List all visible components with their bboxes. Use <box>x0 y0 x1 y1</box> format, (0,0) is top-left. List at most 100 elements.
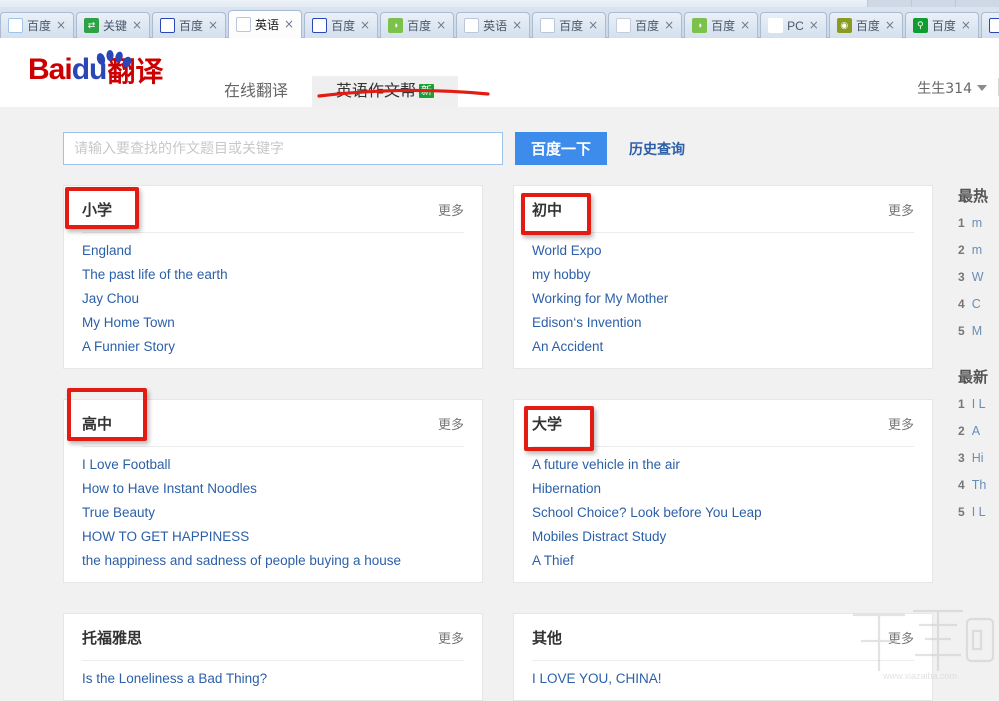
olive-icon: ◉ <box>837 18 852 33</box>
window-minimize-button[interactable] <box>867 0 911 7</box>
browser-tab-4[interactable]: ✿百度× <box>304 12 378 38</box>
close-icon[interactable]: × <box>55 20 67 32</box>
search-input[interactable] <box>63 132 503 165</box>
essay-link[interactable]: A Funnier Story <box>82 339 175 354</box>
translate-icon: 译 <box>540 18 555 33</box>
essay-link[interactable]: A Thief <box>532 553 574 568</box>
list-item: My Home Town <box>82 315 464 330</box>
browser-tab-title: 百度 <box>331 17 355 34</box>
site-header: Bai du 翻译 在线翻译英语作文帮新 生生314 <box>0 38 999 107</box>
main-nav[interactable]: 在线翻译英语作文帮新 <box>200 76 458 107</box>
nav-item-0[interactable]: 在线翻译 <box>200 76 312 107</box>
essay-link[interactable]: I LOVE YOU, CHINA! <box>532 671 662 686</box>
close-icon[interactable]: × <box>359 20 371 32</box>
sidebar-list-item: 2m <box>958 243 999 257</box>
baidu-fanyi-logo[interactable]: Bai du 翻译 <box>28 53 163 87</box>
sidebar-rank: 2 <box>958 243 965 257</box>
sidebar-link[interactable]: m <box>972 216 982 230</box>
browser-tab-2[interactable]: ✿百度× <box>152 12 226 38</box>
browser-tab-8[interactable]: □百度× <box>608 12 682 38</box>
sidebar-block: 最新1I L2A3Hi4Th5I L <box>958 366 999 519</box>
essay-link[interactable]: The past life of the earth <box>82 267 228 282</box>
essay-link[interactable]: My Home Town <box>82 315 175 330</box>
card-more-link[interactable]: 更多 <box>888 200 914 219</box>
sidebar-list: 1I L2A3Hi4Th5I L <box>958 397 999 519</box>
list-item: I Love Football <box>82 457 464 472</box>
close-icon[interactable]: × <box>663 20 675 32</box>
ranking-sidebar: 最热1m2m3W4C5M最新1I L2A3Hi4Th5I L <box>958 185 999 547</box>
essay-link[interactable]: the happiness and sadness of people buyi… <box>82 553 401 568</box>
card-more-link[interactable]: 更多 <box>438 628 464 647</box>
close-icon[interactable]: × <box>884 20 896 32</box>
close-icon[interactable]: × <box>207 20 219 32</box>
card-more-link[interactable]: 更多 <box>438 200 464 219</box>
window-close-button[interactable] <box>955 0 999 7</box>
search-submit-button[interactable]: 百度一下 <box>515 132 607 165</box>
close-icon[interactable]: × <box>808 20 820 32</box>
history-query-link[interactable]: 历史查询 <box>629 139 685 159</box>
close-icon[interactable]: × <box>587 20 599 32</box>
essay-link[interactable]: HOW TO GET HAPPINESS <box>82 529 249 544</box>
list-item: World Expo <box>532 243 914 258</box>
browser-tab-10[interactable]: BPC× <box>760 12 827 38</box>
close-icon[interactable]: × <box>283 19 295 31</box>
browser-tab-9[interactable]: ◑百度× <box>684 12 758 38</box>
window-maximize-button[interactable] <box>911 0 955 7</box>
close-icon[interactable]: × <box>960 20 972 32</box>
browser-tab-0[interactable]: ⚑百度× <box>0 12 74 38</box>
sidebar-link[interactable]: I L <box>972 505 986 519</box>
browser-tab-12[interactable]: ⚲百度× <box>905 12 979 38</box>
sidebar-link[interactable]: C <box>972 297 981 311</box>
essay-link[interactable]: Mobiles Distract Study <box>532 529 666 544</box>
browser-tab-active[interactable]: 译英语× <box>228 10 302 38</box>
essay-link[interactable]: World Expo <box>532 243 602 258</box>
browser-tab-6[interactable]: 译英语× <box>456 12 530 38</box>
close-icon[interactable]: × <box>131 20 143 32</box>
sidebar-rank: 1 <box>958 397 965 411</box>
card-header: 大学更多 <box>532 400 914 447</box>
category-card: 其他更多I LOVE YOU, CHINA! <box>513 613 933 701</box>
sidebar-link[interactable]: M <box>972 324 982 338</box>
browser-tab-strip[interactable]: ⚑百度×⇄关键×✿百度×译英语×✿百度×◑百度×译英语×译百度×□百度×◑百度×… <box>0 7 999 38</box>
essay-link[interactable]: True Beauty <box>82 505 155 520</box>
category-card: 大学更多 A future vehicle in the air Hibernati… <box>513 399 933 583</box>
globe-icon: ◑ <box>388 18 403 33</box>
sidebar-link[interactable]: Hi <box>972 451 984 465</box>
essay-link[interactable]: England <box>82 243 132 258</box>
essay-link[interactable]: An Accident <box>532 339 603 354</box>
browser-tab-5[interactable]: ◑百度× <box>380 12 454 38</box>
card-more-link[interactable]: 更多 <box>888 628 914 647</box>
essay-link[interactable]: Is the Loneliness a Bad Thing? <box>82 671 267 686</box>
list-item: A future vehicle in the air <box>532 457 914 472</box>
essay-link[interactable]: Working for My Mother <box>532 291 668 306</box>
essay-link[interactable]: How to Have Instant Noodles <box>82 481 257 496</box>
sidebar-link[interactable]: W <box>972 270 984 284</box>
browser-tab-title: 百度 <box>711 17 735 34</box>
essay-link[interactable]: my hobby <box>532 267 591 282</box>
browser-tab-title: 百度 <box>932 17 956 34</box>
sidebar-link[interactable]: Th <box>972 478 987 492</box>
sidebar-link[interactable]: A <box>972 424 980 438</box>
browser-tab-7[interactable]: 译百度× <box>532 12 606 38</box>
browser-tab-13[interactable]: ✿在× <box>981 12 999 38</box>
essay-link[interactable]: Hibernation <box>532 481 601 496</box>
user-menu[interactable]: 生生314 <box>917 78 987 98</box>
close-icon[interactable]: × <box>739 20 751 32</box>
sidebar-link[interactable]: m <box>972 243 982 257</box>
essay-link[interactable]: School Choice? Look before You Leap <box>532 505 762 520</box>
green-doc-icon: ⇄ <box>84 18 99 33</box>
browser-tab-1[interactable]: ⇄关键× <box>76 12 150 38</box>
essay-link[interactable]: Jay Chou <box>82 291 139 306</box>
essay-link[interactable]: A future vehicle in the air <box>532 457 680 472</box>
essay-link[interactable]: I Love Football <box>82 457 171 472</box>
close-icon[interactable]: × <box>511 20 523 32</box>
nav-item-1[interactable]: 英语作文帮新 <box>312 76 458 107</box>
card-title: 小学 <box>82 199 112 220</box>
card-more-link[interactable]: 更多 <box>438 414 464 433</box>
close-icon[interactable]: × <box>435 20 447 32</box>
sidebar-link[interactable]: I L <box>972 397 986 411</box>
card-more-link[interactable]: 更多 <box>888 414 914 433</box>
browser-tab-11[interactable]: ◉百度× <box>829 12 903 38</box>
category-card-grid: 小学更多EnglandThe past life of the earthJay… <box>63 185 943 701</box>
essay-link[interactable]: Edison‘s Invention <box>532 315 642 330</box>
